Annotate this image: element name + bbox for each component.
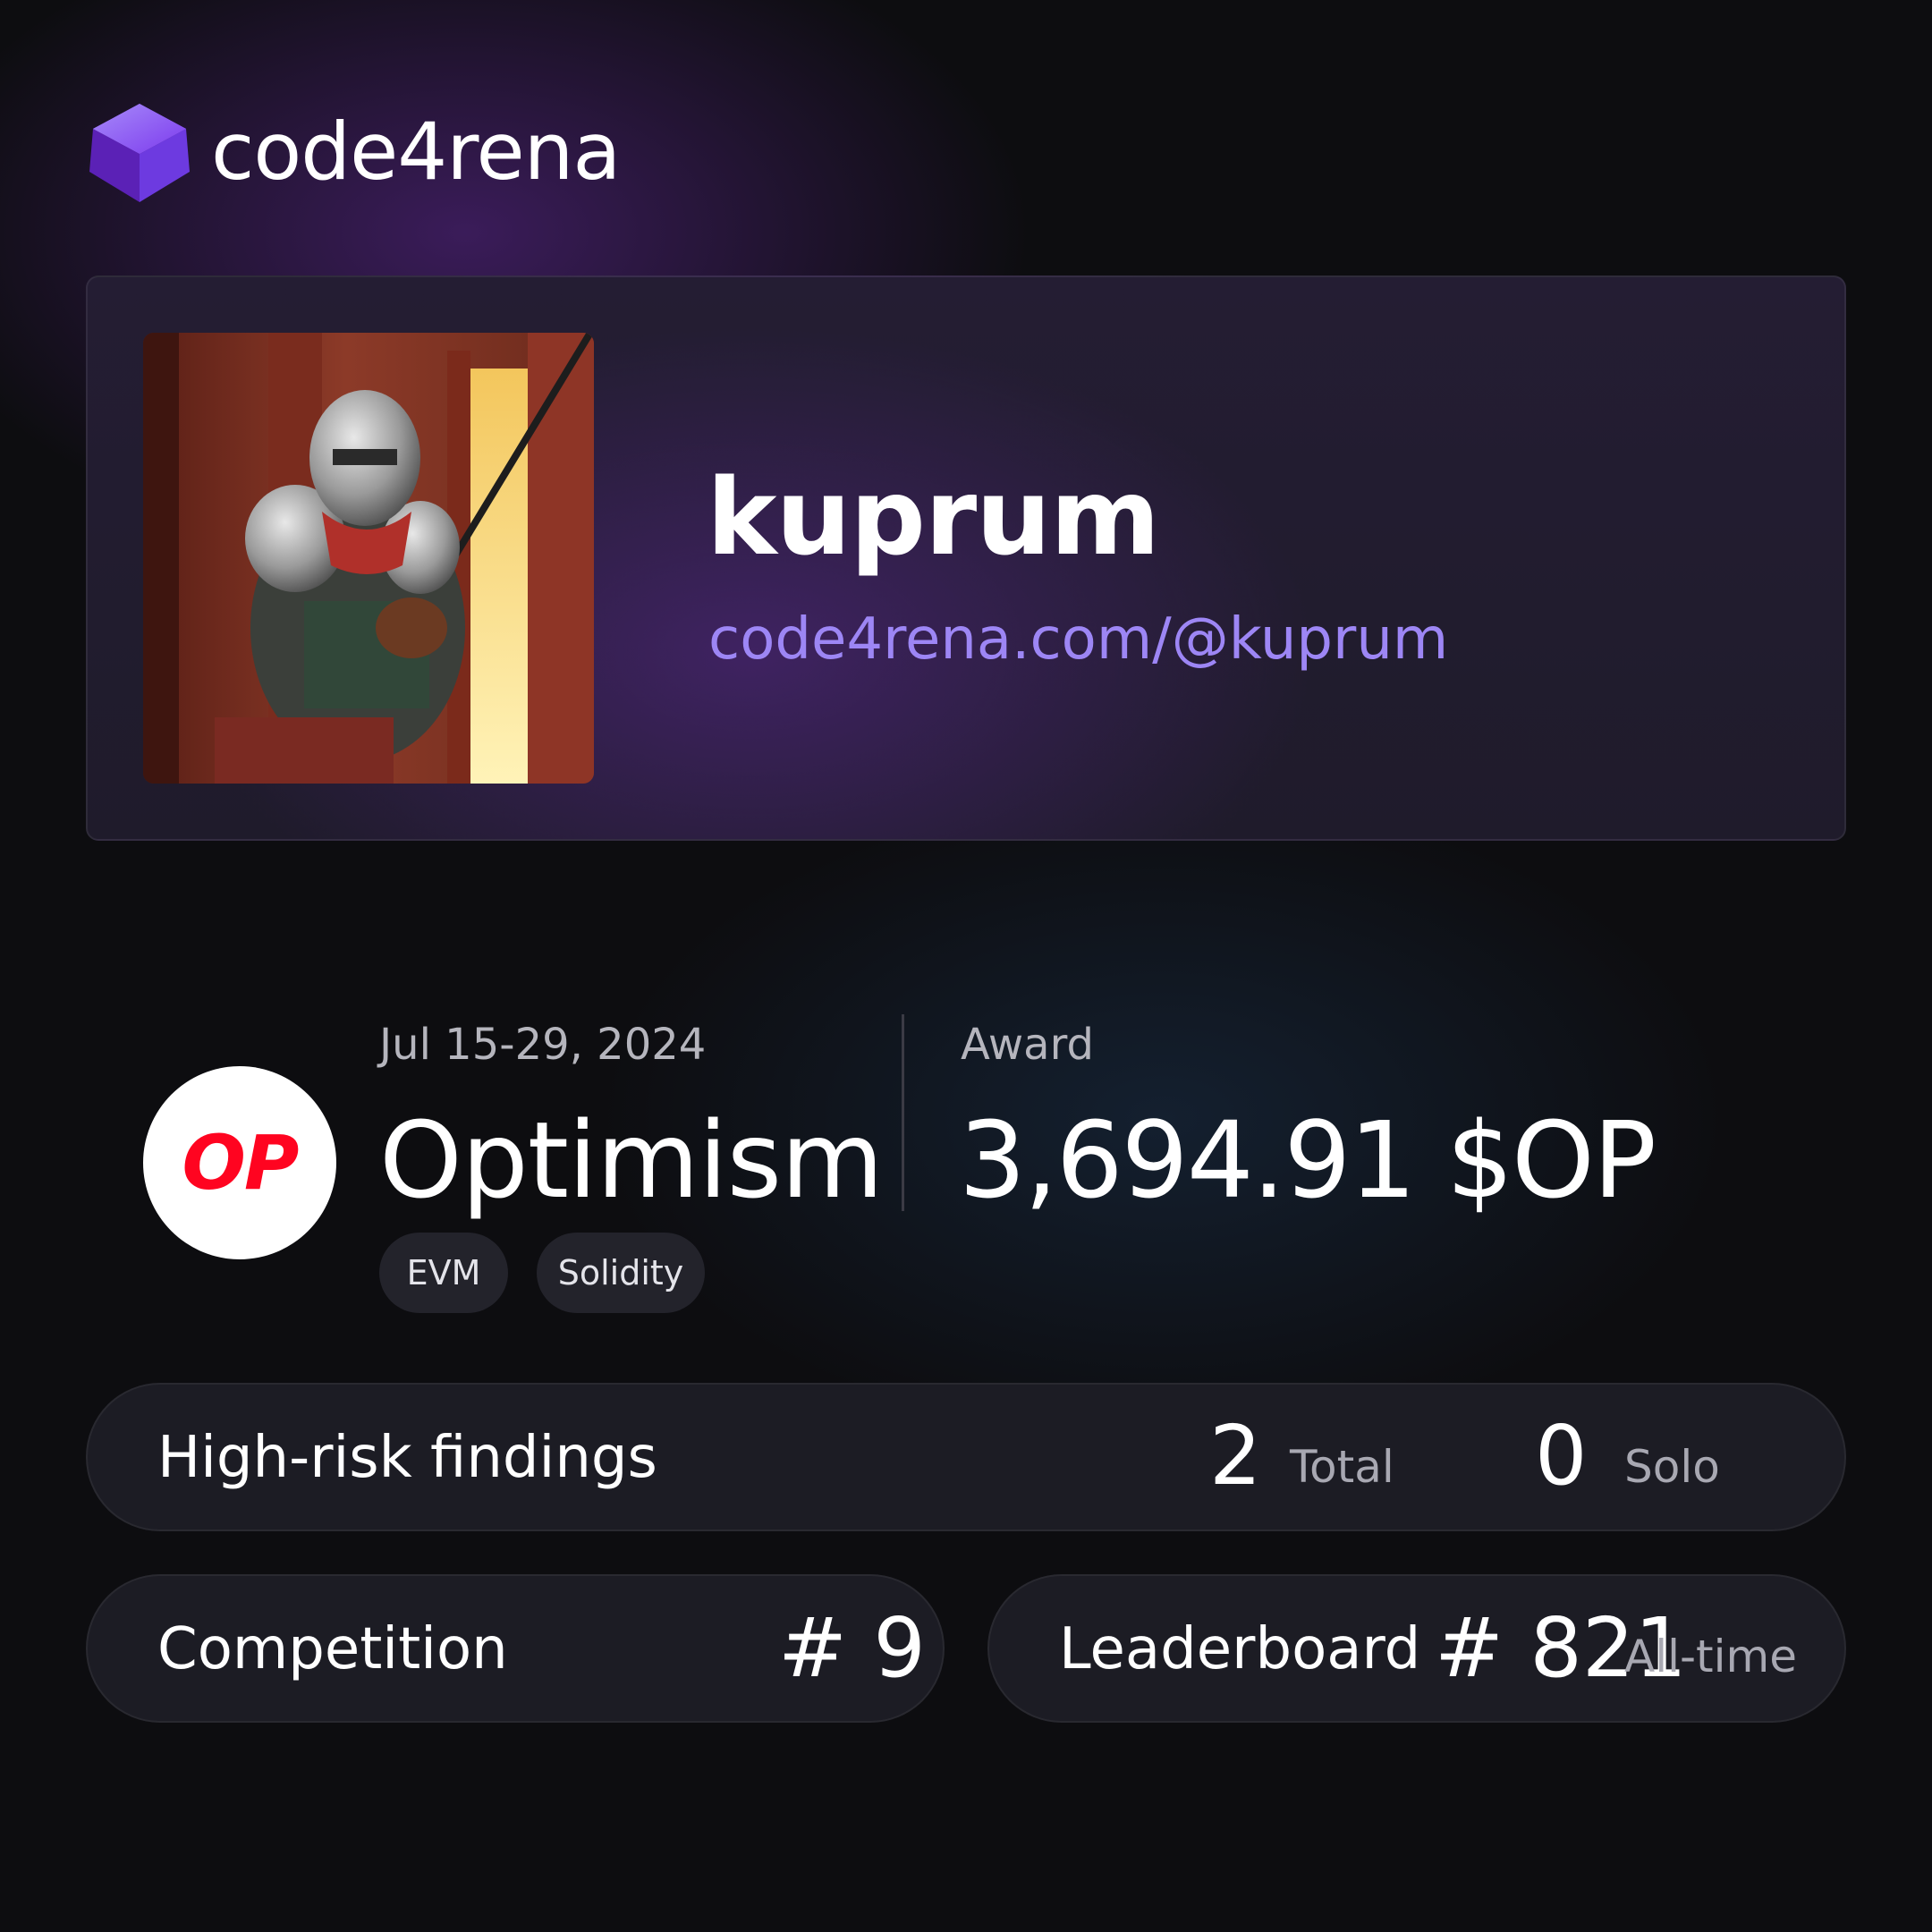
high-risk-total-label: Total (1290, 1441, 1394, 1493)
high-risk-total: 2 (1209, 1408, 1262, 1504)
contest-date: Jul 15-29, 2024 (379, 1020, 707, 1070)
cube-logo-icon (86, 100, 193, 206)
award-label: Award (961, 1020, 1094, 1070)
op-badge-text: OP (182, 1119, 300, 1207)
leaderboard-period: All-time (1624, 1631, 1797, 1682)
tag-evm: EVM (379, 1233, 508, 1313)
brand-name: code4rena (211, 106, 621, 198)
award-value: 3,694.91 $OP (959, 1098, 1657, 1222)
high-risk-solo: 0 (1535, 1408, 1588, 1504)
leaderboard-label: Leaderboard (1059, 1616, 1421, 1682)
contest-name: Optimism (379, 1098, 884, 1222)
competition-label: Competition (157, 1616, 508, 1682)
competition-rank: # 9 (778, 1600, 926, 1696)
profile-link[interactable]: code4rena.com/@kuprum (708, 605, 1448, 674)
avatar (143, 333, 594, 784)
tag-solidity: Solidity (537, 1233, 705, 1313)
high-risk-solo-label: Solo (1624, 1441, 1720, 1493)
high-risk-label: High-risk findings (157, 1425, 657, 1491)
divider (902, 1014, 904, 1211)
username: kuprum (707, 455, 1160, 579)
optimism-logo-icon: OP (143, 1066, 336, 1259)
